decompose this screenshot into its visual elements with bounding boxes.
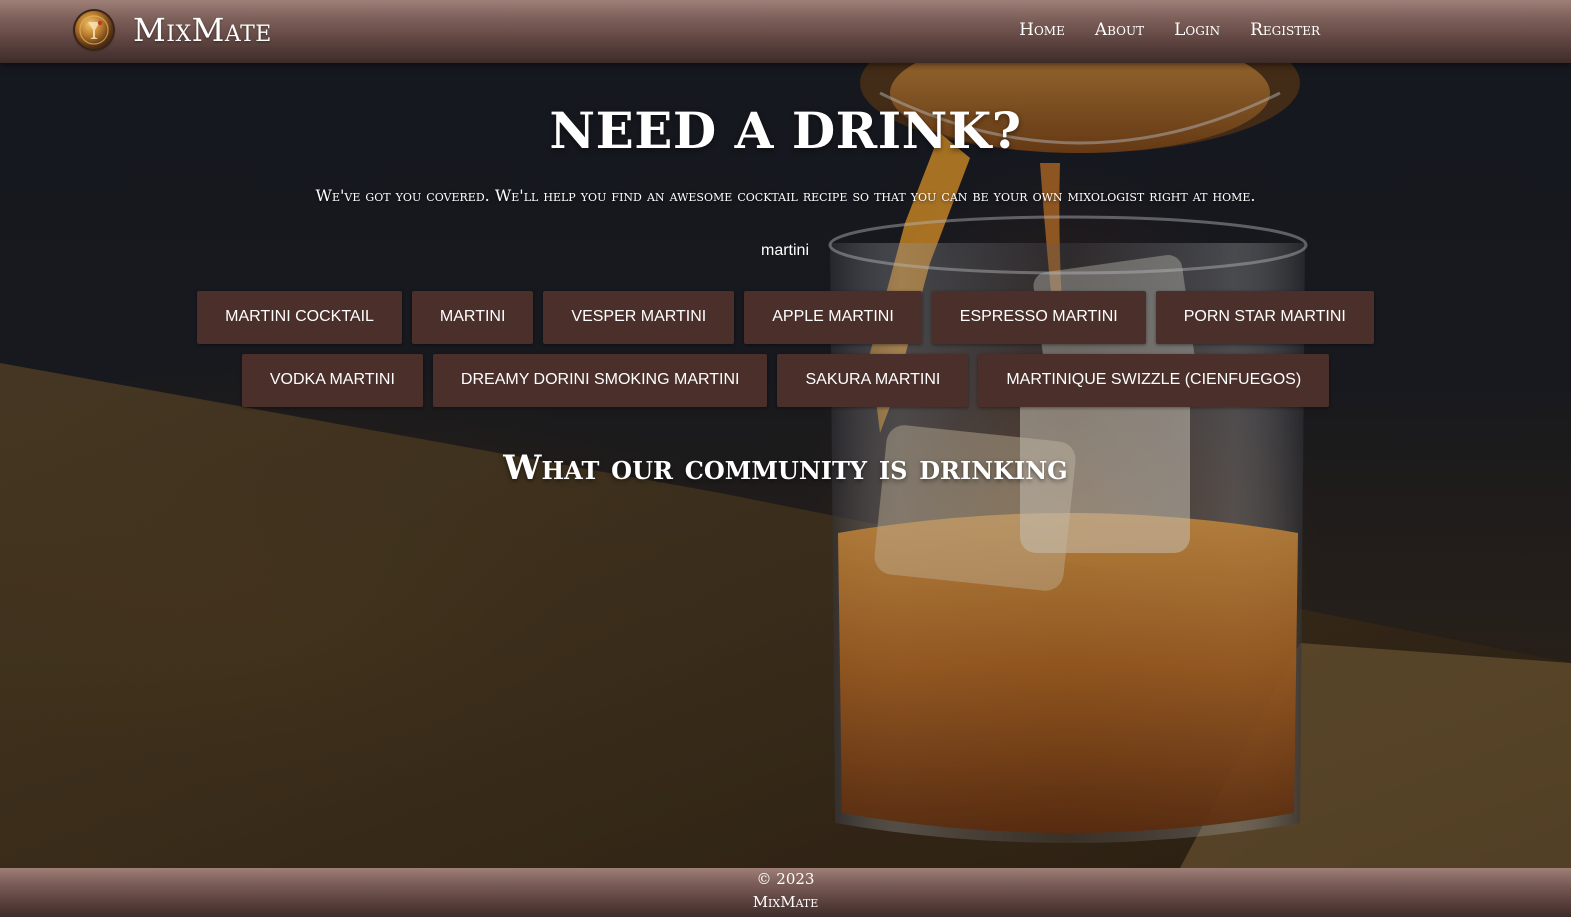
- search-results: Martini Cocktail Martini Vesper Martini …: [0, 291, 1571, 407]
- result-button[interactable]: Sakura Martini: [777, 354, 969, 407]
- result-button[interactable]: Martini Cocktail: [197, 291, 402, 344]
- hero-section: NEED A DRINK? We've got you covered. We'…: [0, 63, 1571, 868]
- brand-title[interactable]: MixMate: [133, 10, 272, 50]
- result-button[interactable]: Vodka Martini: [241, 354, 423, 407]
- page-headline: NEED A DRINK?: [549, 101, 1022, 160]
- page-subheadline: We've got you covered. We'll help you fi…: [315, 186, 1256, 205]
- community-heading: What our community is drinking: [503, 448, 1068, 488]
- result-button[interactable]: Martini: [411, 291, 534, 344]
- result-button[interactable]: Apple Martini: [744, 291, 922, 344]
- result-button[interactable]: Dreamy Dorini Smoking Martini: [432, 354, 768, 407]
- result-button[interactable]: Porn Star Martini: [1155, 291, 1374, 344]
- result-button[interactable]: Vesper Martini: [543, 291, 735, 344]
- nav-link-login[interactable]: Login: [1174, 19, 1220, 41]
- footer: © 2023 MixMate: [0, 868, 1571, 917]
- nav-link-home[interactable]: Home: [1019, 19, 1065, 41]
- footer-copyright: © 2023: [756, 870, 815, 888]
- nav-link-register[interactable]: Register: [1250, 19, 1320, 41]
- cocktail-shaker-logo-icon[interactable]: [75, 11, 113, 49]
- nav-links: Home About Login Register: [1019, 19, 1320, 41]
- result-button[interactable]: Espresso Martini: [931, 291, 1146, 344]
- nav-link-about[interactable]: About: [1095, 19, 1144, 41]
- navbar: MixMate Home About Login Register: [0, 0, 1571, 63]
- result-button[interactable]: Martinique Swizzle (Cienfuegos): [978, 354, 1330, 407]
- footer-brand: MixMate: [752, 893, 819, 911]
- search-input[interactable]: [685, 239, 885, 263]
